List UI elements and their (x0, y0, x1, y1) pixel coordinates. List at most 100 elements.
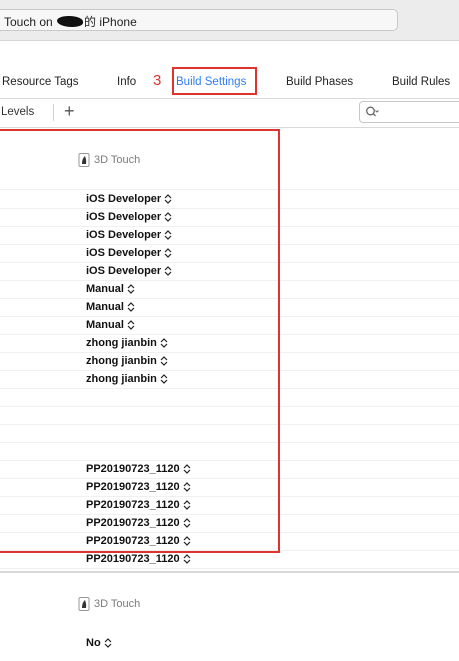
settings-row: PP20190723_1120 (0, 515, 459, 533)
setting-value-text: PP20190723_1120 (86, 481, 180, 493)
stepper-icon (164, 194, 172, 204)
setting-value-popup[interactable]: zhong jianbin (86, 373, 168, 385)
setting-value-text: PP20190723_1120 (86, 553, 180, 565)
setting-value-text: PP20190723_1120 (86, 463, 180, 475)
stepper-icon (164, 248, 172, 258)
levels-filter-button[interactable]: Levels (1, 106, 34, 118)
setting-value-popup[interactable]: PP20190723_1120 (86, 463, 191, 475)
step-number-annotation: 3 (153, 72, 162, 89)
settings-row: PP20190723_1120 (0, 479, 459, 497)
stepper-icon (104, 638, 112, 648)
setting-value-text: Manual (86, 283, 124, 295)
target-name: 3D Touch (94, 597, 141, 610)
setting-value-popup[interactable]: iOS Developer (86, 229, 172, 241)
app-target-icon (78, 153, 90, 167)
window-titlebar: Touch on 的 iPhone (0, 0, 459, 41)
editor-gap (0, 41, 459, 68)
scheme-prefix: Touch on (4, 15, 53, 29)
stepper-icon (183, 554, 191, 564)
section-separator (0, 571, 459, 573)
setting-value-text: Manual (86, 301, 124, 313)
settings-row-empty (0, 172, 459, 190)
settings-row: Manual (0, 317, 459, 335)
setting-value-text: No (86, 637, 101, 649)
setting-value-popup[interactable]: No (86, 637, 112, 649)
stepper-icon (183, 482, 191, 492)
stepper-icon (127, 284, 135, 294)
setting-value-text: zhong jianbin (86, 373, 157, 385)
setting-value-popup[interactable]: Manual (86, 301, 135, 313)
scheme-device-name: 的 iPhone (84, 15, 137, 29)
editor-tab-bar: Resource Tags Info 3 Build Settings Buil… (0, 68, 459, 99)
stepper-icon (164, 266, 172, 276)
settings-row: PP20190723_1120 (0, 461, 459, 479)
setting-value-popup[interactable]: Manual (86, 283, 135, 295)
setting-value-popup[interactable]: PP20190723_1120 (86, 499, 191, 511)
add-setting-button[interactable]: + (64, 101, 75, 121)
settings-row: zhong jianbin (0, 371, 459, 389)
setting-value-popup[interactable]: zhong jianbin (86, 337, 168, 349)
stepper-icon (164, 230, 172, 240)
setting-value-text: iOS Developer (86, 265, 162, 277)
settings-row: zhong jianbin (0, 335, 459, 353)
stepper-icon (164, 212, 172, 222)
setting-value-popup[interactable]: PP20190723_1120 (86, 553, 191, 565)
setting-value-popup[interactable]: zhong jianbin (86, 355, 168, 367)
setting-value-text: iOS Developer (86, 247, 162, 259)
tab-resource-tags[interactable]: Resource Tags (2, 76, 79, 88)
settings-row (0, 443, 459, 461)
settings-row: Manual (0, 299, 459, 317)
stepper-icon (160, 338, 168, 348)
setting-value-text: iOS Developer (86, 193, 162, 205)
tab-build-settings[interactable]: Build Settings (176, 76, 246, 88)
tab-build-rules[interactable]: Build Rules (392, 76, 450, 88)
target-name: 3D Touch (94, 153, 141, 166)
setting-value-text: zhong jianbin (86, 355, 157, 367)
setting-value-popup[interactable]: iOS Developer (86, 265, 172, 277)
setting-value-popup[interactable]: iOS Developer (86, 211, 172, 223)
stepper-icon (183, 536, 191, 546)
target-column-header: 3D Touch (78, 153, 140, 167)
settings-row: PP20190723_1120 (0, 533, 459, 551)
settings-row: zhong jianbin (0, 353, 459, 371)
setting-value-text: PP20190723_1120 (86, 535, 180, 547)
setting-value-text: iOS Developer (86, 229, 162, 241)
setting-value-popup[interactable]: iOS Developer (86, 193, 172, 205)
settings-row: iOS Developer (0, 209, 459, 227)
stepper-icon (183, 500, 191, 510)
redaction-scribble (57, 16, 84, 27)
tab-info[interactable]: Info (117, 76, 136, 88)
setting-value-text: Manual (86, 319, 124, 331)
setting-value-text: iOS Developer (86, 211, 162, 223)
settings-search-input[interactable] (359, 101, 459, 123)
scheme-device-selector[interactable]: Touch on 的 iPhone (0, 9, 398, 31)
stepper-icon (127, 320, 135, 330)
toolbar-divider (53, 104, 54, 121)
settings-row: iOS Developer (0, 263, 459, 281)
settings-row: PP20190723_1120 (0, 551, 459, 569)
tab-build-phases[interactable]: Build Phases (286, 76, 353, 88)
search-icon (366, 106, 379, 117)
settings-row: PP20190723_1120 (0, 497, 459, 515)
setting-value-text: PP20190723_1120 (86, 517, 180, 529)
settings-row (0, 389, 459, 407)
setting-value-popup[interactable]: PP20190723_1120 (86, 535, 191, 547)
stepper-icon (160, 356, 168, 366)
setting-value-popup[interactable]: iOS Developer (86, 247, 172, 259)
stepper-icon (183, 464, 191, 474)
stepper-icon (127, 302, 135, 312)
settings-row: iOS Developer (0, 191, 459, 209)
settings-row: iOS Developer (0, 245, 459, 263)
app-target-icon (78, 597, 90, 611)
settings-row (0, 425, 459, 443)
target-column-header-2: 3D Touch (78, 597, 140, 611)
setting-value-text: PP20190723_1120 (86, 499, 180, 511)
settings-row: iOS Developer (0, 227, 459, 245)
setting-value-popup[interactable]: PP20190723_1120 (86, 517, 191, 529)
settings-row (0, 407, 459, 425)
stepper-icon (183, 518, 191, 528)
setting-value-popup[interactable]: Manual (86, 319, 135, 331)
settings-row: Manual (0, 281, 459, 299)
setting-value-text: zhong jianbin (86, 337, 157, 349)
setting-value-popup[interactable]: PP20190723_1120 (86, 481, 191, 493)
